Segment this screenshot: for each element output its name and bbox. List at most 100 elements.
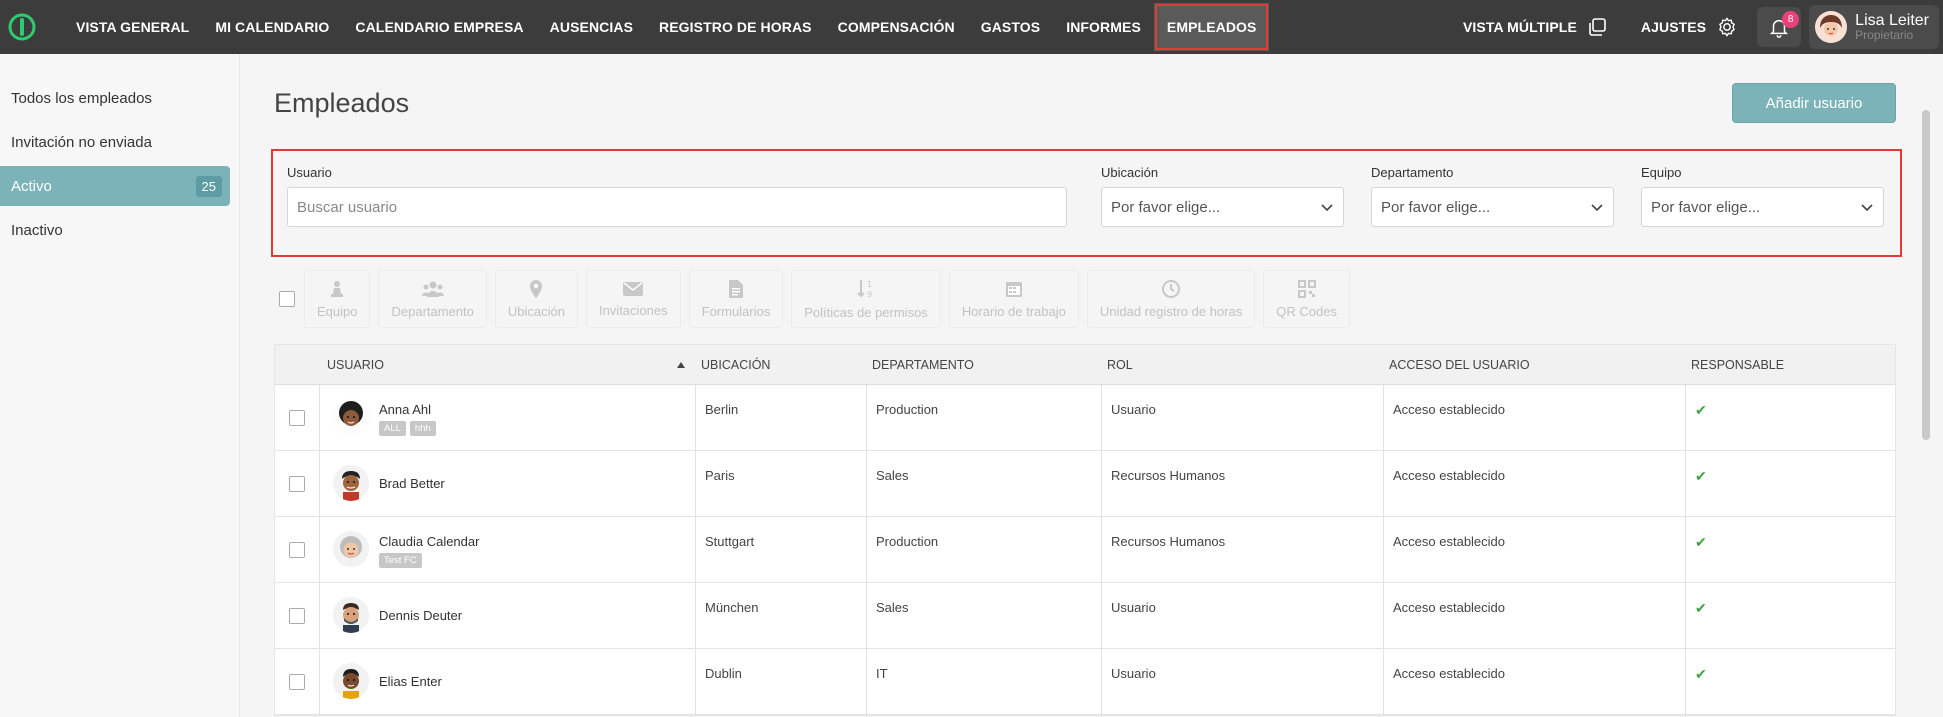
user-name-link[interactable]: Anna Ahl [379,402,431,417]
clock-icon [1162,279,1181,298]
avatar [333,465,369,501]
bulk-politicas-button[interactable]: 19 Políticas de permisos [791,270,941,328]
usuario-label: Usuario [287,165,332,180]
table-row[interactable]: Brad Better Paris Sales Recursos Humanos Acc… [275,451,1895,517]
col-header-responsable[interactable]: RESPONSABLE [1691,358,1784,372]
column-divider [1685,451,1686,516]
access-cell: Acceso establecido [1393,666,1506,681]
page-title: Empleados [274,88,410,118]
nav-compensacion[interactable]: COMPENSACIÓN [825,0,968,54]
ajustes-button[interactable]: AJUSTES [1628,0,1751,54]
user-name-link[interactable]: Dennis Deuter [379,608,462,623]
user-name-link[interactable]: Claudia Calendar [379,534,479,549]
tool-label: Políticas de permisos [804,304,928,320]
svg-text:1: 1 [867,280,872,289]
user-search-placeholder: Buscar usuario [297,198,398,216]
chevron-down-icon [1861,204,1873,212]
bulk-ubicacion-button[interactable]: Ubicación [494,270,578,328]
nav-ausencias[interactable]: AUSENCIAS [537,0,646,54]
column-divider [1383,517,1384,582]
ubicacion-select[interactable]: Por favor elige... [1101,187,1344,227]
column-divider [1383,385,1384,450]
responsible-check-icon: ✔ [1695,468,1707,484]
column-divider [1101,649,1102,714]
row-checkbox[interactable] [289,476,305,492]
table-body: Anna Ahl ALL hhh Berlin Production Usuario Acc… [275,385,1895,715]
filter-panel: Usuario Buscar usuario Ubicación Por fav… [271,149,1902,257]
location-cell: Paris [705,468,735,483]
col-header-ubicacion[interactable]: UBICACIÓN [701,358,770,372]
column-divider [319,451,320,516]
row-checkbox[interactable] [289,674,305,690]
sidebar-item-invitacion[interactable]: Invitación no enviada [0,122,230,162]
document-icon [728,279,743,298]
user-search-input[interactable]: Buscar usuario [287,187,1067,227]
sidebar-count-badge: 25 [195,175,222,197]
bulk-invitaciones-button[interactable]: Invitaciones [585,270,681,328]
table-row[interactable]: Anna Ahl ALL hhh Berlin Production Usuario Acc… [275,385,1895,451]
access-cell: Acceso establecido [1393,468,1506,483]
col-header-acceso[interactable]: ACCESO DEL USUARIO [1389,358,1530,372]
page-scrollbar[interactable] [1922,110,1930,440]
bulk-departamento-button[interactable]: Departamento [378,270,487,328]
sort-asc-icon[interactable] [677,362,685,368]
col-header-rol[interactable]: ROL [1107,358,1133,372]
column-divider [1383,649,1384,714]
column-divider [1685,385,1686,450]
nav-registro-de-horas[interactable]: REGISTRO DE HORAS [646,0,825,54]
user-name-link[interactable]: Brad Better [379,476,445,491]
row-checkbox[interactable] [289,410,305,426]
user-menu[interactable]: Lisa Leiter Propietario [1809,5,1939,49]
sidebar-item-inactivo[interactable]: Inactivo [0,210,230,250]
ubicacion-label: Ubicación [1101,165,1159,180]
row-checkbox[interactable] [289,542,305,558]
bulk-qr-codes-button[interactable]: QR Codes [1263,270,1350,328]
access-cell: Acceso establecido [1393,402,1506,417]
table-row[interactable]: Elias Enter Dublin IT Usuario Acceso estable… [275,649,1895,715]
column-divider [1101,517,1102,582]
sidebar-item-activo[interactable]: Activo 25 [0,166,230,206]
bulk-equipo-button[interactable]: Equipo [304,270,371,328]
table-row[interactable]: Claudia Calendar Test FC Stuttgart Producti… [275,517,1895,583]
user-avatar [1815,11,1848,43]
nav-empleados[interactable]: EMPLEADOS [1153,3,1270,51]
envelope-icon [623,281,644,296]
column-divider [319,649,320,714]
tool-label: Ubicación [507,303,565,319]
group-icon [421,281,444,297]
user-role: Propietario [1855,28,1914,42]
avatar [333,531,369,567]
select-all-checkbox[interactable] [279,291,295,307]
add-user-button[interactable]: Añadir usuario [1732,83,1896,123]
role-cell: Recursos Humanos [1111,468,1226,483]
column-divider [1383,451,1384,516]
nav-calendario-empresa[interactable]: CALENDARIO EMPRESA [342,0,536,54]
department-cell: Production [876,402,939,417]
nav-mi-calendario[interactable]: MI CALENDARIO [202,0,342,54]
sidebar-item-todos[interactable]: Todos los empleados [0,78,230,118]
nav-vista-general[interactable]: VISTA GENERAL [63,0,202,54]
sidebar-item-label: Activo [11,177,52,195]
tool-label: Equipo [317,303,358,319]
nav-gastos[interactable]: GASTOS [968,0,1053,54]
avatar [333,399,369,435]
col-header-departamento[interactable]: DEPARTAMENTO [872,358,974,372]
sidebar-item-label: Inactivo [11,221,63,239]
vista-multiple-button[interactable]: VISTA MÚLTIPLE [1450,0,1620,54]
tool-label: Unidad registro de horas [1099,303,1243,319]
user-name-link[interactable]: Elias Enter [379,674,442,689]
col-header-usuario[interactable]: USUARIO [327,358,384,372]
equipo-select[interactable]: Por favor elige... [1641,187,1884,227]
column-divider [695,385,696,450]
column-divider [319,517,320,582]
row-checkbox[interactable] [289,608,305,624]
departamento-select[interactable]: Por favor elige... [1371,187,1614,227]
column-divider [866,583,867,648]
app-logo-icon[interactable] [5,10,39,44]
table-row[interactable]: Dennis Deuter München Sales Usuario Acceso e… [275,583,1895,649]
bulk-unidad-registro-button[interactable]: Unidad registro de horas [1086,270,1256,328]
bulk-formularios-button[interactable]: Formularios [688,270,784,328]
nav-informes[interactable]: INFORMES [1053,0,1154,54]
bulk-horario-button[interactable]: Horario de trabajo [948,270,1079,328]
notifications-button[interactable]: 8 [1757,7,1802,47]
